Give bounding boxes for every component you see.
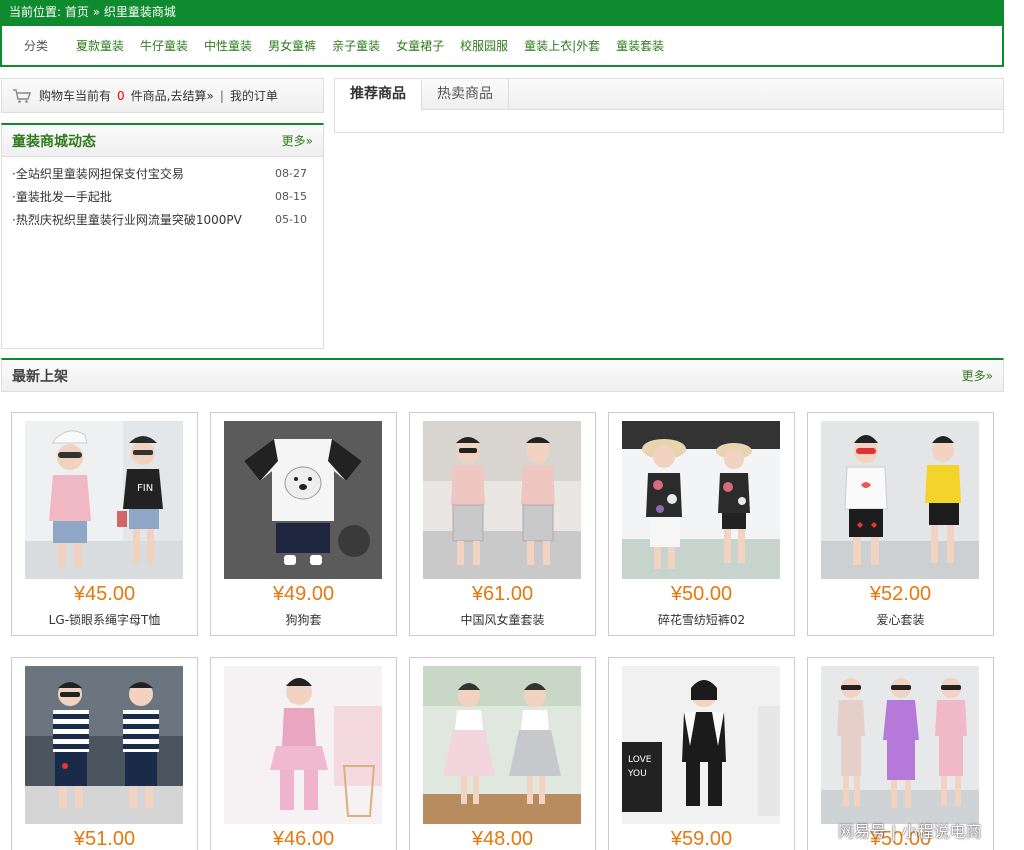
cart-prefix: 购物车当前有	[39, 89, 112, 103]
cart-summary: 购物车当前有 0 件商品, 去结算» | 我的订单	[1, 78, 324, 113]
svg-text:LOVE: LOVE	[628, 755, 652, 765]
category-item-tops-jackets[interactable]: 童装上衣|外套	[524, 37, 600, 54]
product-image[interactable]	[821, 666, 979, 824]
tab-recommended[interactable]: 推荐商品	[335, 79, 422, 111]
my-orders-link[interactable]: 我的订单	[230, 87, 278, 104]
product-name[interactable]: 中国风女童套装	[410, 611, 595, 628]
product-price: ¥45.00	[73, 583, 136, 605]
product-image[interactable]: FIN	[25, 421, 183, 579]
news-item-title[interactable]: ·童装批发一手起批	[12, 186, 112, 209]
product-price: ¥52.00	[869, 583, 932, 605]
product-image[interactable]: LOVE YOU	[622, 666, 780, 824]
news-item-title[interactable]: ·热烈庆祝织里童装行业网流量突破1000PV	[12, 209, 242, 232]
category-nav: 分类 夏款童装 牛仔童装 中性童装 男女童裤 亲子童装 女童裙子 校服园服 童装…	[0, 26, 1004, 67]
category-item-school-uniform[interactable]: 校服园服	[460, 37, 508, 54]
product-image[interactable]	[423, 666, 581, 824]
breadcrumb-current-link[interactable]: 织里童装商城	[104, 5, 176, 19]
product-tabs-panel: 推荐商品 热卖商品	[334, 78, 1004, 133]
product-card[interactable]: ¥61.00 中国风女童套装	[409, 412, 596, 636]
product-price: ¥61.00	[471, 583, 534, 605]
shopping-cart-icon	[13, 88, 31, 103]
product-name[interactable]: LG-锁眼系绳字母T恤	[12, 611, 197, 628]
category-label: 分类	[24, 39, 49, 53]
product-price: ¥51.00	[73, 828, 136, 850]
product-price: ¥50.00	[670, 583, 733, 605]
news-header: 童装商城动态 更多»	[2, 125, 323, 157]
product-name[interactable]: 狗狗套	[211, 611, 396, 628]
product-card[interactable]: ¥50.00 碎花雪纺短裤02	[608, 412, 795, 636]
product-price: ¥48.00	[471, 828, 534, 850]
product-card[interactable]: ¥52.00 爱心套装	[807, 412, 994, 636]
breadcrumb: 当前位置: 首页 » 织里童装商城	[0, 0, 1004, 26]
checkout-link[interactable]: 去结算»	[170, 87, 213, 104]
breadcrumb-separator: »	[92, 5, 101, 19]
news-item-date: 08-27	[275, 167, 307, 180]
tab-bar: 推荐商品 热卖商品	[335, 79, 1003, 111]
category-item-girls-dresses[interactable]: 女童裙子	[396, 37, 444, 54]
newest-header: 最新上架 更多»	[1, 358, 1004, 392]
svg-text:FIN: FIN	[137, 483, 153, 494]
category-item-parent-child[interactable]: 亲子童装	[332, 37, 380, 54]
product-price: ¥46.00	[272, 828, 335, 850]
product-price: ¥59.00	[670, 828, 733, 850]
product-image[interactable]	[224, 666, 382, 824]
product-price: ¥49.00	[272, 583, 335, 605]
cart-suffix: 件商品,	[130, 89, 171, 103]
category-item-summer[interactable]: 夏款童装	[76, 37, 124, 54]
tab-hot-selling[interactable]: 热卖商品	[422, 79, 509, 110]
product-card[interactable]: ¥48.00	[409, 657, 596, 850]
product-name[interactable]: 爱心套装	[808, 611, 993, 628]
news-item-date: 05-10	[275, 213, 307, 226]
cart-divider: |	[219, 88, 224, 103]
product-image[interactable]	[821, 421, 979, 579]
watermark-text: 网易号 | 小程说电商	[838, 822, 982, 841]
news-title: 童装商城动态	[12, 133, 96, 150]
product-card[interactable]: FIN ¥45.00 LG-锁眼系绳字母T恤	[11, 412, 198, 636]
category-item-pants[interactable]: 男女童裤	[268, 37, 316, 54]
news-item: ·全站织里童装网担保支付宝交易 08-27	[12, 163, 307, 186]
breadcrumb-home-link[interactable]: 首页	[65, 5, 89, 19]
product-card[interactable]: ¥49.00 狗狗套	[210, 412, 397, 636]
news-item-title[interactable]: ·全站织里童装网担保支付宝交易	[12, 163, 184, 186]
product-image[interactable]	[25, 666, 183, 824]
newest-more-link[interactable]: 更多»	[962, 367, 993, 384]
cart-count: 0	[117, 88, 125, 103]
breadcrumb-label: 当前位置:	[9, 5, 62, 19]
category-item-neutral[interactable]: 中性童装	[204, 37, 252, 54]
product-name[interactable]: 碎花雪纺短裤02	[609, 611, 794, 628]
product-image[interactable]	[622, 421, 780, 579]
news-item: ·热烈庆祝织里童装行业网流量突破1000PV 05-10	[12, 209, 307, 232]
product-card[interactable]: ¥46.00	[210, 657, 397, 850]
product-card[interactable]: ¥51.00	[11, 657, 198, 850]
news-more-link[interactable]: 更多»	[282, 132, 313, 149]
news-panel: 童装商城动态 更多» ·全站织里童装网担保支付宝交易 08-27 ·童装批发一手…	[1, 123, 324, 349]
product-card[interactable]: LOVE YOU ¥59.00	[608, 657, 795, 850]
news-list: ·全站织里童装网担保支付宝交易 08-27 ·童装批发一手起批 08-15 ·热…	[2, 157, 323, 232]
category-item-sets[interactable]: 童装套装	[616, 37, 664, 54]
svg-text:YOU: YOU	[627, 769, 647, 779]
newest-title: 最新上架	[12, 368, 68, 385]
news-item: ·童装批发一手起批 08-15	[12, 186, 307, 209]
product-image[interactable]	[224, 421, 382, 579]
news-item-date: 08-15	[275, 190, 307, 203]
product-image[interactable]	[423, 421, 581, 579]
category-item-denim[interactable]: 牛仔童装	[140, 37, 188, 54]
